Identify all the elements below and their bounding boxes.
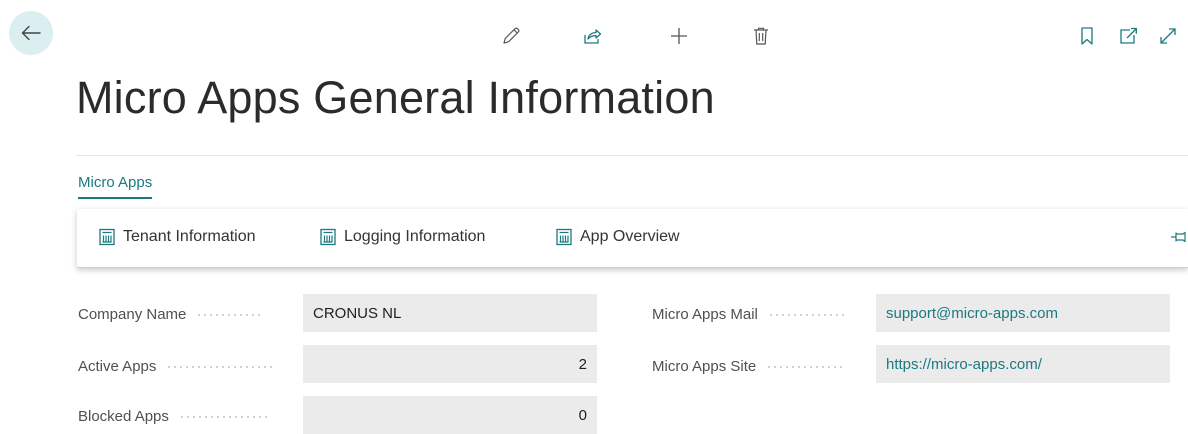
leader-dots [178,415,269,418]
action-label: Tenant Information [123,228,256,245]
report-icon [320,228,336,246]
micro-apps-site-label: Micro Apps Site [652,358,847,375]
arrow-left-icon [21,25,41,41]
action-label: App Overview [580,228,680,245]
expand-button[interactable] [1156,24,1180,48]
field-label-text: Micro Apps Site [652,358,757,375]
active-apps-label: Active Apps [78,358,275,375]
blocked-apps-field: 0 [303,396,597,434]
edit-icon [503,27,520,44]
expand-icon [1160,28,1176,44]
company-name-label: Company Name [78,306,265,323]
pin-icon [1171,231,1186,243]
field-label-text: Blocked Apps [78,408,169,425]
new-button[interactable] [667,24,691,48]
open-new-window-icon [1120,27,1137,44]
share-icon [584,29,602,44]
open-new-window-button[interactable] [1116,24,1140,48]
tab-micro-apps[interactable]: Micro Apps [78,174,153,199]
action-app-overview[interactable]: App Overview [555,228,680,246]
blocked-apps-label: Blocked Apps [78,408,269,425]
delete-button[interactable] [749,24,773,48]
add-icon [671,28,687,44]
action-logging-information[interactable]: Logging Information [319,228,485,246]
title-divider [76,155,1188,156]
share-button[interactable] [580,24,604,48]
micro-apps-mail-label: Micro Apps Mail [652,306,848,323]
pin-button[interactable] [1170,229,1188,250]
action-bar: Tenant Information Logging Information A… [77,209,1188,268]
edit-button[interactable] [499,24,523,48]
leader-dots [196,313,265,316]
field-label-text: Company Name [78,306,187,323]
leader-dots [766,365,847,368]
leader-dots [767,313,848,316]
bookmark-icon [1081,27,1093,45]
company-name-field: CRONUS NL [303,294,597,332]
page-title: Micro Apps General Information [76,72,715,123]
field-label-text: Micro Apps Mail [652,306,758,323]
micro-apps-site-link[interactable]: https://micro-apps.com/ [876,345,1170,383]
action-tenant-information[interactable]: Tenant Information [98,228,256,246]
micro-apps-mail-link[interactable]: support@micro-apps.com [876,294,1170,332]
active-apps-field: 2 [303,345,597,383]
action-label: Logging Information [344,228,486,245]
delete-icon [754,27,768,45]
back-button[interactable] [9,11,53,55]
bookmark-button[interactable] [1075,24,1099,48]
report-icon [99,228,115,246]
field-label-text: Active Apps [78,358,157,375]
leader-dots [166,365,275,368]
report-icon [556,228,572,246]
